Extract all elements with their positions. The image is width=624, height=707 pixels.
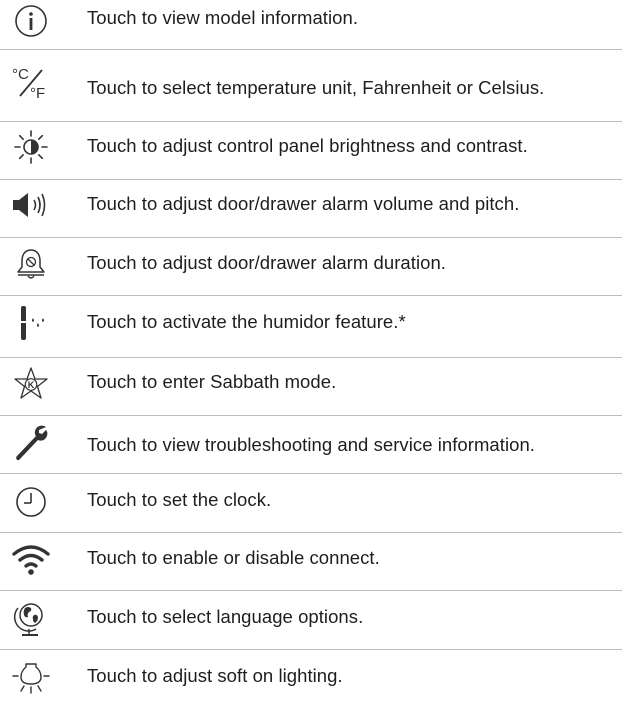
legend-text: Touch to select language options. <box>87 606 364 627</box>
divider <box>0 237 622 238</box>
legend-row-temperature-unit: °C °F Touch to select temperature unit, … <box>0 60 624 108</box>
alarm-bell-icon <box>8 244 54 284</box>
wrench-icon <box>8 423 54 463</box>
sabbath-star-icon: K <box>8 364 54 404</box>
divider <box>0 473 622 474</box>
soft-light-icon <box>8 657 54 697</box>
legend-text: Touch to enable or disable connect. <box>87 547 380 568</box>
legend-text: Touch to view troubleshooting and servic… <box>87 434 535 455</box>
legend-row-sabbath: K Touch to enter Sabbath mode. <box>0 362 624 410</box>
divider <box>0 179 622 180</box>
divider <box>0 649 622 650</box>
legend-text: Touch to adjust door/drawer alarm volume… <box>87 193 520 214</box>
legend-row-troubleshooting: Touch to view troubleshooting and servic… <box>0 421 624 469</box>
legend-row-clock: Touch to set the clock. <box>0 480 624 528</box>
divider <box>0 49 622 50</box>
speaker-volume-icon <box>8 185 54 225</box>
legend-text: Touch to adjust control panel brightness… <box>87 135 528 156</box>
legend-text: Touch to set the clock. <box>87 489 272 510</box>
divider <box>0 295 622 296</box>
divider <box>0 415 622 416</box>
legend-text: Touch to activate the humidor feature.* <box>87 311 406 332</box>
legend-row-humidor: Touch to activate the humidor feature.* <box>0 301 624 349</box>
legend-text: Touch to view model information. <box>87 7 359 28</box>
legend-text: Touch to adjust soft on lighting. <box>87 665 343 686</box>
legend-text: Touch to select temperature unit, Fahren… <box>87 77 545 98</box>
brightness-icon <box>8 127 54 167</box>
clock-icon <box>8 482 54 522</box>
globe-icon <box>8 599 54 639</box>
kosher-letter: K <box>28 380 35 390</box>
legend-row-brightness: Touch to adjust control panel brightness… <box>0 125 624 173</box>
legend-row-connect: Touch to enable or disable connect. <box>0 538 624 586</box>
fahrenheit-symbol: °F <box>30 85 45 102</box>
wifi-icon <box>8 540 54 580</box>
legend-row-alarm-volume: Touch to adjust door/drawer alarm volume… <box>0 183 624 231</box>
divider <box>0 590 622 591</box>
divider <box>0 532 622 533</box>
info-icon <box>8 1 54 41</box>
temperature-unit-icon: °C °F <box>8 63 54 103</box>
legend-text: Touch to adjust door/drawer alarm durati… <box>87 252 446 273</box>
celsius-symbol: °C <box>12 66 29 83</box>
legend-row-language: Touch to select language options. <box>0 597 624 645</box>
divider <box>0 357 622 358</box>
legend-text: Touch to enter Sabbath mode. <box>87 371 337 392</box>
legend-row-alarm-duration: Touch to adjust door/drawer alarm durati… <box>0 242 624 290</box>
humidor-icon <box>8 303 54 343</box>
legend-row-soft-lighting: Touch to adjust soft on lighting. <box>0 655 624 703</box>
divider <box>0 121 622 122</box>
legend-row-model-info: Touch to view model information. <box>0 0 624 48</box>
